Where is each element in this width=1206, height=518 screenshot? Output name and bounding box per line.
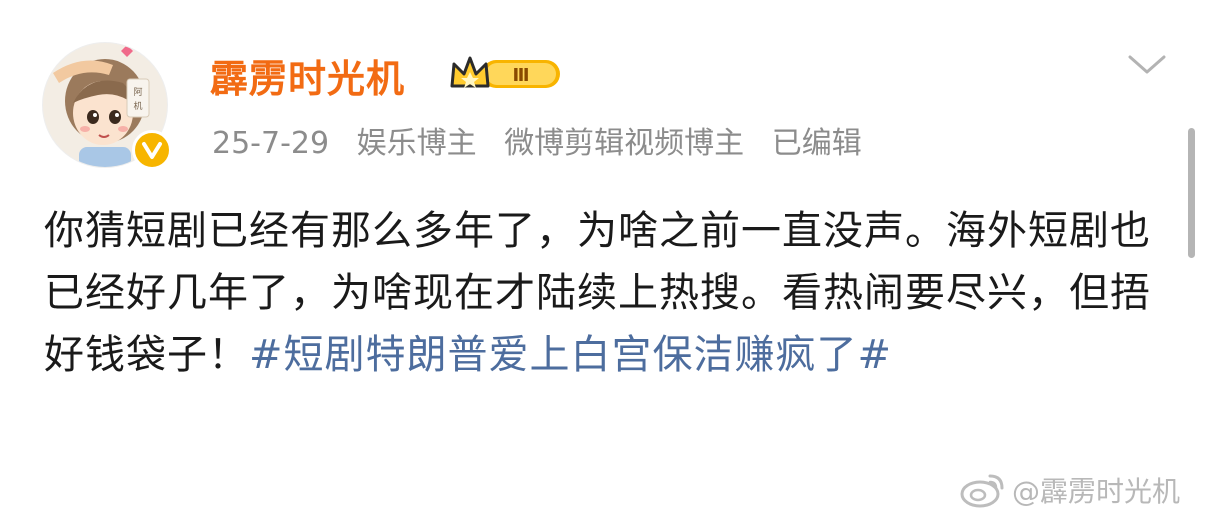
watermark-text: @霹雳时光机 — [1012, 475, 1181, 508]
author-name[interactable]: 霹雳时光机 — [210, 48, 405, 103]
svg-text:阿: 阿 — [133, 87, 142, 98]
tag-edited: 已编辑 — [771, 126, 862, 161]
svg-text:机: 机 — [133, 100, 142, 112]
topic-link[interactable]: #短剧特朗普爱上白宫保洁赚疯了# — [249, 332, 892, 378]
post-meta: 25-7-29 娱乐博主 微博剪辑视频博主 已编辑 — [212, 118, 880, 162]
verified-v-icon — [132, 130, 172, 170]
tag-video-editor: 微博剪辑视频博主 — [504, 126, 745, 161]
scrollbar[interactable] — [1188, 128, 1195, 258]
post-body: 你猜短剧已经有那么多年了，为啥之前一直没声。海外短剧也已经好几年了，为啥现在才陆… — [44, 200, 1154, 386]
crown-level-icon[interactable]: Ⅲ — [448, 50, 564, 98]
watermark: @霹雳时光机 — [960, 470, 1180, 510]
chevron-down-icon[interactable] — [1128, 54, 1166, 80]
post-date: 25-7-29 — [212, 126, 330, 161]
weibo-logo-icon — [960, 474, 1004, 508]
tag-entertainment: 娱乐博主 — [356, 126, 477, 161]
level-badge-label: Ⅲ — [512, 65, 529, 86]
avatar[interactable]: 阿 机 — [42, 30, 172, 170]
